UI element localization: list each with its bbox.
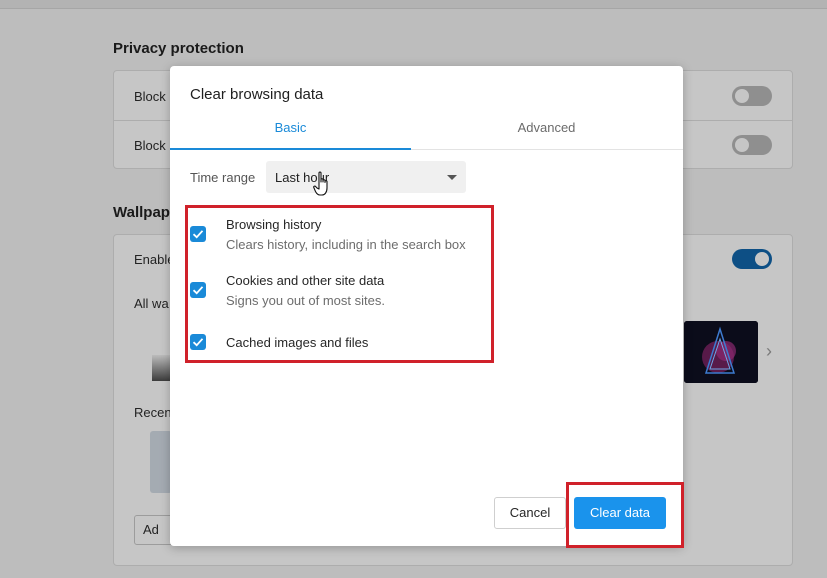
tab-basic[interactable]: Basic: [170, 116, 411, 150]
block-toggle-2[interactable]: [732, 135, 772, 155]
cancel-button[interactable]: Cancel: [494, 497, 566, 529]
chevron-down-icon: [447, 175, 457, 180]
clear-data-highlight-box: [566, 482, 684, 548]
top-bar: [0, 0, 827, 9]
time-range-select[interactable]: Last hour: [266, 161, 466, 193]
dialog-tabs: Basic Advanced: [170, 116, 683, 150]
block-toggle-1[interactable]: [732, 86, 772, 106]
options-highlight-box: [185, 205, 494, 363]
privacy-protection-heading: Privacy protection: [113, 40, 244, 57]
hand-pointer-icon: [313, 171, 328, 196]
block-row-label-2: Block: [134, 138, 166, 153]
wallpaper-thumbnail-gradient[interactable]: [152, 355, 172, 381]
next-wallpapers-chevron-icon[interactable]: ›: [766, 341, 772, 362]
block-row-label-1: Block: [134, 89, 166, 104]
time-range-label: Time range: [190, 170, 256, 185]
recent-wallpaper-thumbnail[interactable]: [150, 431, 172, 493]
wallpapers-heading: Wallpap: [113, 204, 170, 221]
tab-advanced[interactable]: Advanced: [426, 116, 667, 150]
wallpaper-thumbnail-art[interactable]: [684, 321, 758, 383]
enable-wallpapers-label: Enable: [134, 252, 175, 267]
dialog-title: Clear browsing data: [190, 86, 324, 103]
all-wallpapers-label: All wa: [134, 296, 169, 311]
recent-wallpapers-label: Recen: [134, 405, 172, 420]
wallpapers-toggle[interactable]: [732, 249, 772, 269]
add-wallpaper-button[interactable]: Ad: [134, 515, 174, 545]
